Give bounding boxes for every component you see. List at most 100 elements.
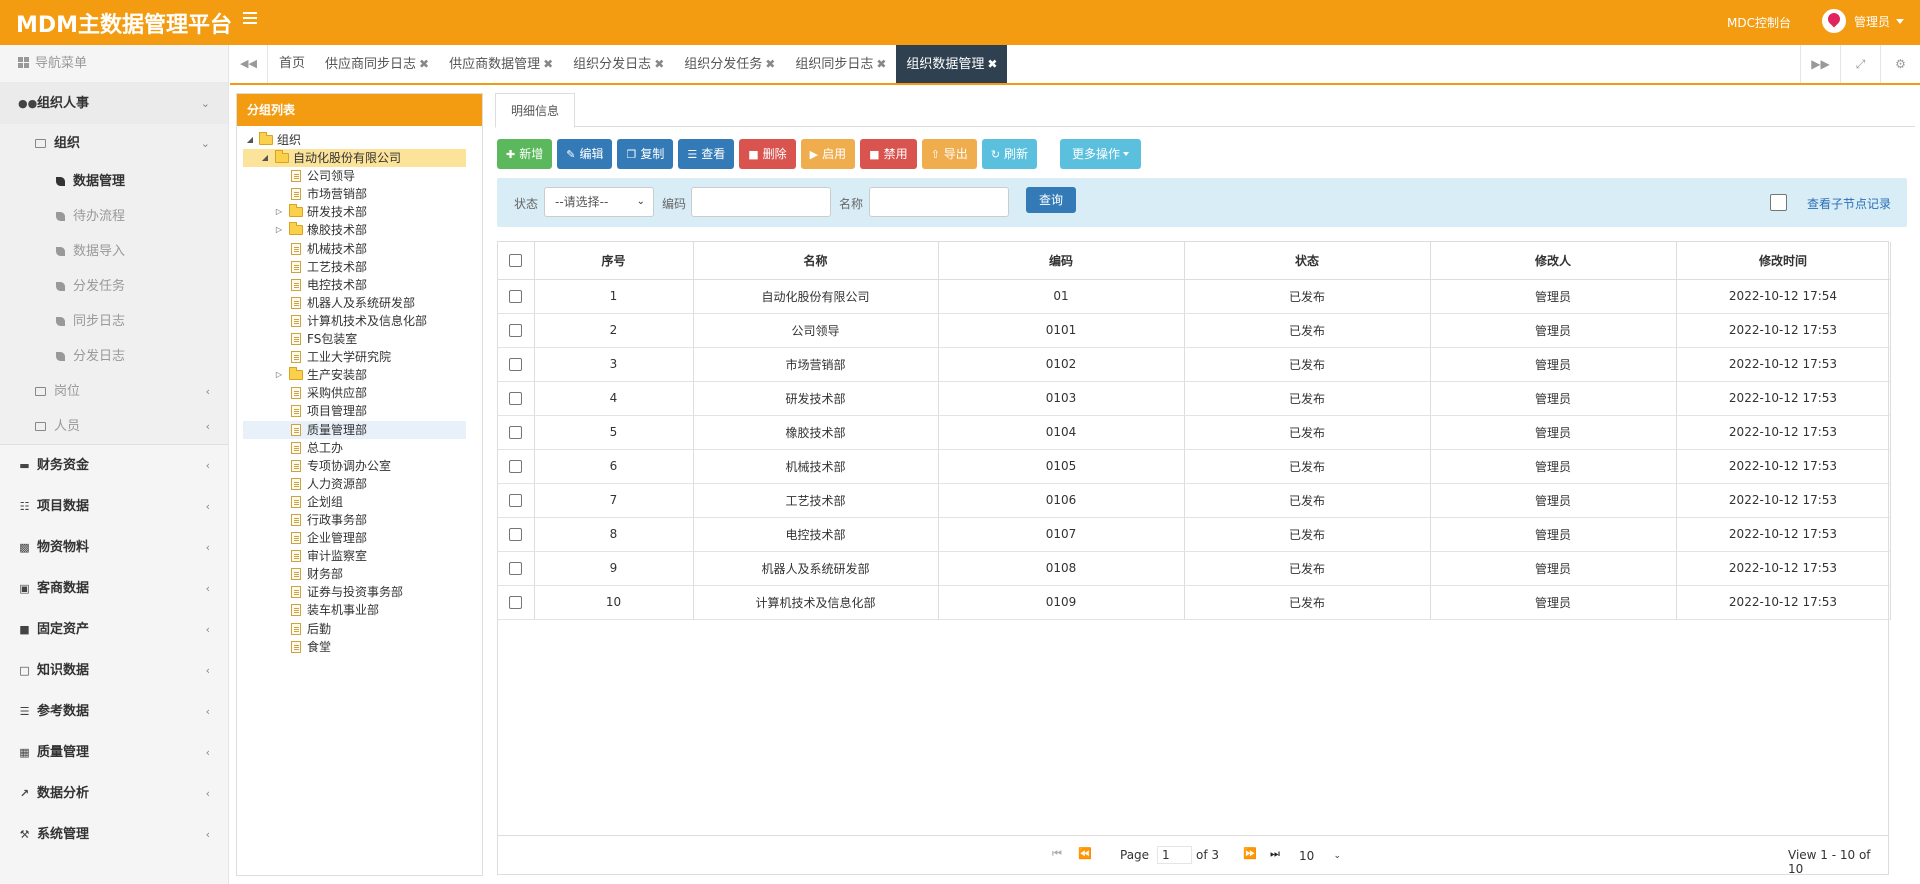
tree-node[interactable]: 企业管理部 bbox=[243, 529, 466, 547]
column-header[interactable]: 名称 bbox=[693, 242, 939, 280]
sidebar-item-quality[interactable]: ▦ 质量管理 ‹ bbox=[0, 732, 228, 773]
prev-page-icon[interactable]: ⏪ bbox=[1078, 847, 1092, 860]
code-input[interactable] bbox=[691, 187, 831, 217]
tab-supplier-data[interactable]: 供应商数据管理 ✖ bbox=[439, 45, 563, 83]
name-input[interactable] bbox=[869, 187, 1009, 217]
sidebar-item-reference[interactable]: ☰ 参考数据 ‹ bbox=[0, 691, 228, 732]
close-icon[interactable]: ✖ bbox=[876, 57, 886, 71]
tree-node[interactable]: 专项协调办公室 bbox=[243, 457, 466, 475]
table-row[interactable]: 2 公司领导 0101 已发布 管理员 2022-10-12 17:53 bbox=[498, 313, 1891, 348]
close-icon[interactable]: ✖ bbox=[765, 57, 775, 71]
sidebar-item-system[interactable]: ⚒ 系统管理 ‹ bbox=[0, 814, 228, 855]
expand-toggle-icon[interactable]: ▷ bbox=[274, 221, 284, 239]
tree-node[interactable]: 质量管理部 bbox=[243, 420, 466, 439]
table-row[interactable]: 8 电控技术部 0107 已发布 管理员 2022-10-12 17:53 bbox=[498, 517, 1891, 552]
gear-icon[interactable]: ⚙ bbox=[1880, 45, 1920, 83]
tree-node[interactable]: 机器人及系统研发部 bbox=[243, 294, 466, 312]
table-row[interactable]: 10 计算机技术及信息化部 0109 已发布 管理员 2022-10-12 17:53 bbox=[498, 585, 1891, 620]
table-row[interactable]: 6 机械技术部 0105 已发布 管理员 2022-10-12 17:53 bbox=[498, 449, 1891, 484]
sidebar-item-pending-flow[interactable]: 待办流程 bbox=[0, 199, 228, 234]
row-checkbox[interactable] bbox=[509, 392, 523, 405]
row-checkbox[interactable] bbox=[509, 460, 523, 473]
column-header[interactable]: 编码 bbox=[938, 242, 1185, 280]
page-size-select[interactable]: 10 ⌄ bbox=[1293, 845, 1345, 867]
tree-node[interactable]: FS包装室 bbox=[243, 330, 466, 348]
sidebar-item-post[interactable]: 岗位 ‹ bbox=[0, 374, 228, 409]
sidebar-item-merchant[interactable]: ▣ 客商数据 ‹ bbox=[0, 568, 228, 609]
console-link[interactable]: MDC控制台 bbox=[1727, 14, 1791, 31]
row-checkbox[interactable] bbox=[509, 562, 523, 575]
table-row[interactable]: 4 研发技术部 0103 已发布 管理员 2022-10-12 17:53 bbox=[498, 381, 1891, 416]
tree-node[interactable]: ▷ 生产安装部 bbox=[243, 366, 466, 384]
copy-button[interactable]: ❐ 复制 bbox=[617, 139, 674, 169]
tree-node[interactable]: 食堂 bbox=[243, 638, 466, 656]
tree-node[interactable]: 行政事务部 bbox=[243, 511, 466, 529]
child-records-checkbox[interactable] bbox=[1770, 194, 1787, 211]
sidebar-item-person[interactable]: 人员 ‹ bbox=[0, 409, 228, 444]
table-row[interactable]: 9 机器人及系统研发部 0108 已发布 管理员 2022-10-12 17:53 bbox=[498, 551, 1891, 586]
tree-node[interactable]: 电控技术部 bbox=[243, 276, 466, 294]
sidebar-item-project[interactable]: ☷ 项目数据 ‹ bbox=[0, 486, 228, 527]
row-checkbox[interactable] bbox=[509, 324, 523, 337]
close-icon[interactable]: ✖ bbox=[654, 57, 664, 71]
more-actions-button[interactable]: 更多操作 bbox=[1060, 139, 1142, 169]
table-row[interactable]: 7 工艺技术部 0106 已发布 管理员 2022-10-12 17:53 bbox=[498, 483, 1891, 518]
sidebar-item-dist-task[interactable]: 分发任务 bbox=[0, 269, 228, 304]
tree-node[interactable]: 工业大学研究院 bbox=[243, 348, 466, 366]
fullscreen-icon[interactable]: ⤢ bbox=[1840, 45, 1880, 83]
row-checkbox[interactable] bbox=[509, 528, 523, 541]
column-header[interactable]: 状态 bbox=[1184, 242, 1431, 280]
sidebar-item-analysis[interactable]: ↗ 数据分析 ‹ bbox=[0, 773, 228, 814]
tree-node[interactable]: 总工办 bbox=[243, 439, 466, 457]
tree-node[interactable]: ▷ 研发技术部 bbox=[243, 203, 466, 221]
first-page-icon[interactable]: ⏮ bbox=[1052, 847, 1062, 861]
menu-toggle-icon[interactable] bbox=[243, 12, 257, 24]
tree-node-company[interactable]: ◢ 自动化股份有限公司 bbox=[243, 149, 466, 168]
close-icon[interactable]: ✖ bbox=[543, 57, 553, 71]
refresh-button[interactable]: ↻ 刷新 bbox=[981, 139, 1038, 169]
tree-node[interactable]: 市场营销部 bbox=[243, 185, 466, 203]
sidebar-item-material[interactable]: ▩ 物资物料 ‹ bbox=[0, 527, 228, 568]
tab-detail-info[interactable]: 明细信息 bbox=[495, 93, 575, 128]
last-page-icon[interactable]: ⏭ bbox=[1270, 847, 1280, 861]
sidebar-item-data-manage[interactable]: 数据管理 bbox=[0, 164, 228, 199]
tabs-scroll-left-icon[interactable]: ◀◀ bbox=[230, 45, 268, 83]
page-number-input[interactable]: 1 bbox=[1157, 846, 1192, 864]
expand-toggle-icon[interactable]: ◢ bbox=[245, 131, 255, 149]
row-checkbox[interactable] bbox=[509, 494, 523, 507]
close-icon[interactable]: ✖ bbox=[987, 57, 997, 71]
delete-button[interactable]: ■ 删除 bbox=[739, 139, 796, 169]
tab-home[interactable]: 首页 bbox=[269, 45, 315, 83]
tree-node[interactable]: 后勤 bbox=[243, 620, 466, 638]
select-all-checkbox[interactable] bbox=[509, 254, 523, 268]
tab-org-sync-log[interactable]: 组织同步日志 ✖ bbox=[785, 45, 896, 83]
column-header[interactable]: 修改时间 bbox=[1676, 242, 1891, 280]
row-checkbox[interactable] bbox=[509, 426, 523, 439]
tree-node[interactable]: 人力资源部 bbox=[243, 475, 466, 493]
sidebar-item-data-import[interactable]: 数据导入 bbox=[0, 234, 228, 269]
tabs-scroll-right-icon[interactable]: ▶▶ bbox=[1800, 45, 1840, 83]
tab-org-dist-task[interactable]: 组织分发任务 ✖ bbox=[674, 45, 785, 83]
sidebar-item-org[interactable]: 组织 ⌄ bbox=[0, 124, 228, 164]
tree-node[interactable]: 装车机事业部 bbox=[243, 601, 466, 619]
view-button[interactable]: ☰ 查看 bbox=[678, 139, 735, 169]
row-checkbox[interactable] bbox=[509, 358, 523, 371]
table-row[interactable]: 5 橡胶技术部 0104 已发布 管理员 2022-10-12 17:53 bbox=[498, 415, 1891, 450]
status-select[interactable]: --请选择-- ⌄ bbox=[544, 187, 654, 217]
tree-node[interactable]: 项目管理部 bbox=[243, 402, 466, 420]
tree-node[interactable]: 财务部 bbox=[243, 565, 466, 583]
tree-node[interactable]: 采购供应部 bbox=[243, 384, 466, 402]
next-page-icon[interactable]: ⏩ bbox=[1243, 847, 1257, 860]
tree-node-root[interactable]: ◢ 组织 bbox=[237, 131, 482, 149]
table-row[interactable]: 3 市场营销部 0102 已发布 管理员 2022-10-12 17:53 bbox=[498, 347, 1891, 382]
expand-toggle-icon[interactable]: ▷ bbox=[274, 366, 284, 384]
enable-button[interactable]: ▶ 启用 bbox=[800, 139, 856, 169]
tree-node[interactable]: 审计监察室 bbox=[243, 547, 466, 565]
tree-node[interactable]: 公司领导 bbox=[243, 167, 466, 185]
sidebar-item-sync-log[interactable]: 同步日志 bbox=[0, 304, 228, 339]
expand-toggle-icon[interactable]: ◢ bbox=[260, 149, 270, 167]
edit-button[interactable]: ✎ 编辑 bbox=[557, 139, 613, 169]
tab-supplier-sync-log[interactable]: 供应商同步日志 ✖ bbox=[315, 45, 439, 83]
tree-node[interactable]: 工艺技术部 bbox=[243, 258, 466, 276]
tree-node[interactable]: ▷ 橡胶技术部 bbox=[243, 221, 466, 239]
